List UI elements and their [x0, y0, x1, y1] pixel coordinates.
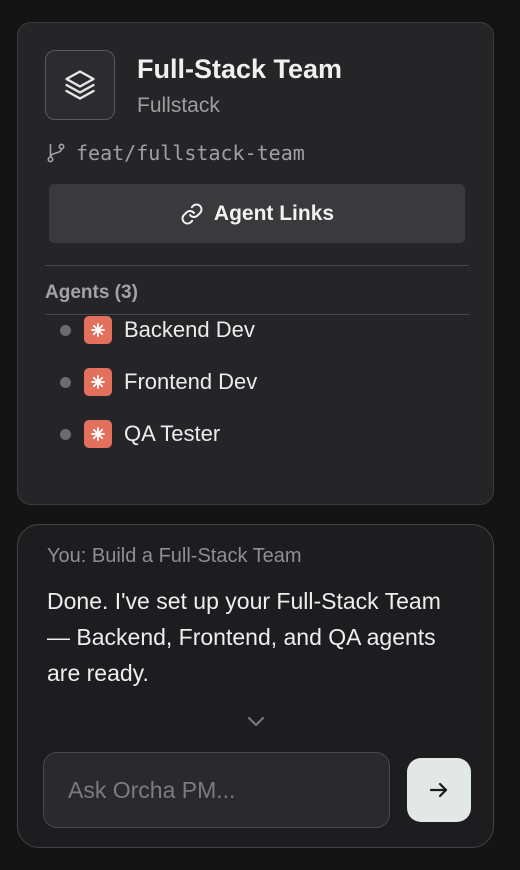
agent-name: Frontend Dev — [124, 369, 258, 394]
status-dot — [60, 324, 71, 336]
arrow-right-icon — [429, 782, 448, 798]
divider — [45, 265, 469, 266]
assistant-response: Done. I've set up your Full-Stack Team —… — [47, 588, 441, 686]
team-card: Full-Stack Team Fullstack feat/fullstack… — [17, 22, 494, 505]
agent-name: QA Tester — [124, 421, 221, 446]
agent-list: Backend Dev Frontend Dev QA Tester — [60, 316, 257, 486]
send-button[interactable] — [407, 758, 471, 822]
chat-card: You: Build a Full-Stack Team Done. I've … — [17, 524, 494, 848]
git-branch-icon — [47, 143, 65, 163]
agent-links-label: Agent Links — [213, 201, 335, 225]
branch-name: feat/fullstack-team — [76, 141, 305, 165]
asterisk-icon — [91, 427, 105, 441]
layers-icon — [45, 50, 115, 120]
agent-item-qa-tester[interactable]: QA Tester — [60, 408, 257, 460]
team-title: Full-Stack Team — [137, 54, 343, 84]
status-dot — [60, 376, 71, 388]
agent-item-frontend-dev[interactable]: Frontend Dev — [60, 356, 257, 408]
chevron-down-icon[interactable] — [244, 710, 268, 734]
agents-heading: Agents (3) — [45, 282, 138, 303]
ask-input[interactable] — [43, 752, 390, 828]
user-prompt: You: Build a Full-Stack Team — [47, 545, 302, 567]
agent-badge — [84, 316, 112, 344]
agent-badge — [84, 420, 112, 448]
link-icon — [181, 203, 203, 224]
asterisk-icon — [91, 323, 105, 337]
agent-item-backend-dev[interactable]: Backend Dev — [60, 304, 257, 356]
asterisk-icon — [91, 375, 105, 389]
agent-badge — [84, 368, 112, 396]
agent-name: Backend Dev — [124, 317, 255, 342]
agent-links-button[interactable]: Agent Links — [49, 184, 465, 243]
branch-row: feat/fullstack-team — [45, 139, 305, 167]
team-subtitle: Fullstack — [137, 94, 220, 117]
status-dot — [60, 428, 71, 440]
